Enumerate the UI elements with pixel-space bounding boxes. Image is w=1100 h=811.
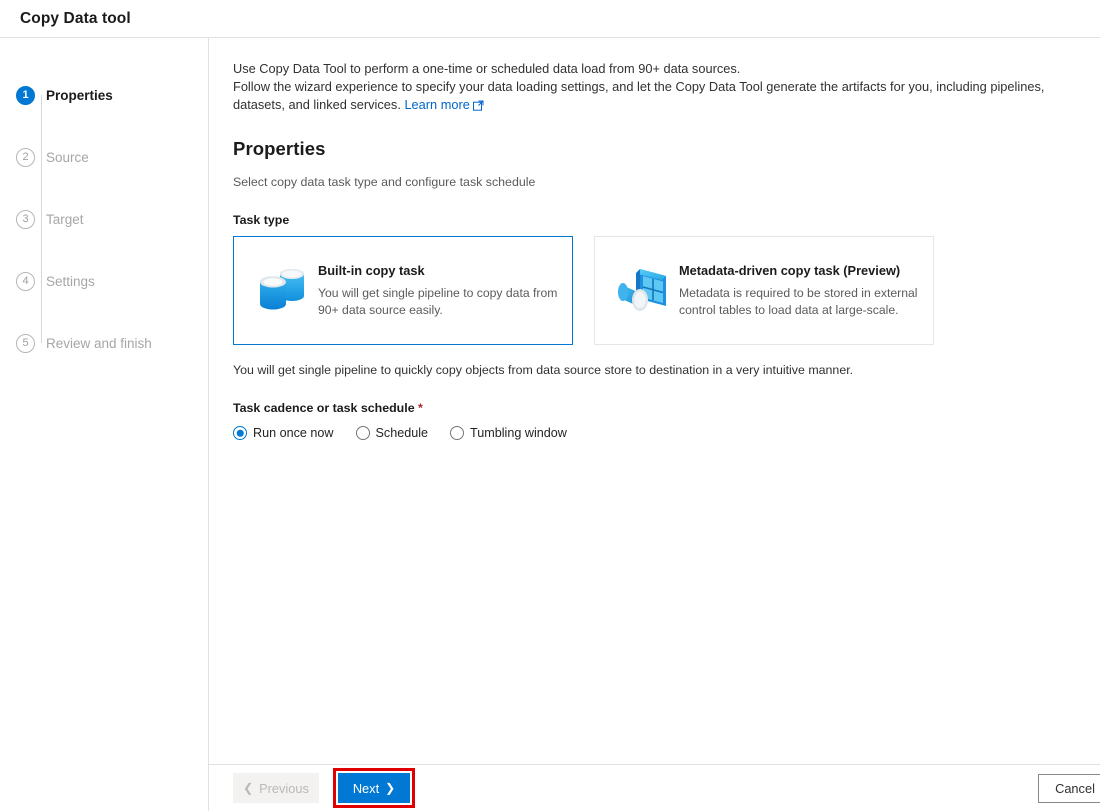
cancel-button-label: Cancel	[1055, 781, 1095, 796]
radio-label: Schedule	[375, 426, 429, 440]
step-connector-line	[41, 219, 42, 281]
next-button[interactable]: Next ❯	[338, 773, 410, 803]
task-cadence-label: Task cadence or task schedule *	[233, 401, 1076, 415]
wizard-steps: 1 Properties 2 Source 3 Target 4 Setting	[0, 64, 208, 374]
next-button-annotation-highlight: Next ❯	[333, 768, 415, 808]
radio-mark	[355, 426, 370, 440]
next-button-label: Next	[352, 780, 380, 796]
sidebar-step-settings[interactable]: 4 Settings	[16, 250, 208, 343]
sidebar-step-label: Review and finish	[46, 335, 152, 351]
step-number-badge: 3	[16, 209, 35, 229]
sidebar-step-source[interactable]: 2 Source	[16, 126, 208, 219]
required-asterisk: *	[418, 401, 423, 415]
step-number-badge: 2	[16, 147, 35, 167]
card-description: You will get single pipeline to copy dat…	[318, 285, 558, 317]
window-body: 1 Properties 2 Source 3 Target 4 Setting	[0, 38, 1100, 811]
learn-more-link[interactable]: Learn more	[404, 97, 469, 112]
radio-mark	[233, 426, 247, 440]
database-cylinders-icon	[246, 264, 318, 318]
wizard-sidebar: 1 Properties 2 Source 3 Target 4 Setting	[0, 38, 209, 811]
step-number-badge: 1	[16, 85, 35, 105]
card-title: Metadata-driven copy task (Preview)	[679, 262, 901, 278]
intro-line-1: Use Copy Data Tool to perform a one-time…	[233, 61, 741, 76]
task-cadence-radio-group: Run once now Schedule Tumbling window	[233, 426, 1076, 440]
sidebar-step-label: Target	[46, 211, 84, 227]
window-header: Copy Data tool	[0, 0, 1100, 38]
sidebar-step-review-and-finish[interactable]: 5 Review and finish	[16, 312, 208, 374]
step-connector-line	[41, 157, 42, 219]
task-cadence-label-text: Task cadence or task schedule	[233, 401, 415, 415]
radio-label: Run once now	[253, 426, 334, 440]
sidebar-step-label: Source	[46, 149, 89, 165]
section-subtitle: Select copy data task type and configure…	[233, 175, 536, 189]
chevron-left-icon: ❮	[243, 781, 254, 795]
step-number-badge: 4	[16, 271, 35, 291]
radio-tumbling-window[interactable]: Tumbling window	[450, 426, 567, 440]
radio-mark	[450, 426, 465, 440]
sidebar-step-label: Properties	[46, 87, 113, 103]
radio-label: Tumbling window	[470, 426, 567, 440]
task-type-note: You will get single pipeline to quickly …	[233, 363, 854, 377]
section-title-properties: Properties	[233, 138, 326, 159]
wizard-footer: ❮ Previous Next ❯ Cancel	[209, 764, 1100, 811]
main-content: Use Copy Data Tool to perform a one-time…	[209, 38, 1100, 764]
card-title: Built-in copy task	[318, 262, 425, 278]
cancel-button[interactable]: Cancel	[1038, 774, 1100, 803]
footer-left-buttons: ❮ Previous Next ❯	[233, 768, 415, 808]
previous-button-label: Previous	[259, 780, 309, 796]
chevron-right-icon: ❯	[385, 781, 396, 795]
radio-run-once-now[interactable]: Run once now	[233, 426, 334, 440]
page-title: Copy Data tool	[20, 9, 131, 27]
intro-line-2: Follow the wizard experience to specify …	[233, 79, 1045, 112]
intro-text: Use Copy Data Tool to perform a one-time…	[233, 60, 1076, 116]
footer-right-buttons: Cancel	[1038, 774, 1100, 803]
task-type-card-built-in-copy-task[interactable]: Built-in copy task You will get single p…	[233, 236, 573, 345]
sidebar-step-properties[interactable]: 1 Properties	[16, 64, 208, 157]
task-type-card-metadata-driven-copy-task[interactable]: Metadata-driven copy task (Preview) Meta…	[594, 236, 934, 345]
sidebar-step-target[interactable]: 3 Target	[16, 188, 208, 281]
card-text-block: Built-in copy task You will get single p…	[318, 263, 558, 319]
external-link-icon	[472, 98, 484, 116]
card-text-block: Metadata-driven copy task (Preview) Meta…	[679, 263, 919, 319]
step-connector-line	[41, 95, 42, 157]
step-connector-line	[41, 281, 42, 343]
step-number-badge: 5	[16, 333, 35, 353]
task-type-card-group: Built-in copy task You will get single p…	[233, 236, 1076, 345]
card-description: Metadata is required to be stored in ext…	[679, 285, 918, 317]
radio-schedule[interactable]: Schedule	[355, 426, 429, 440]
previous-button[interactable]: ❮ Previous	[233, 773, 319, 803]
metadata-grid-funnel-icon	[607, 263, 679, 319]
task-type-label: Task type	[233, 213, 290, 227]
sidebar-step-label: Settings	[46, 273, 95, 289]
copy-data-tool-window: Copy Data tool 1 Properties 2 Source 3 T…	[0, 0, 1100, 811]
wizard-main-panel: Use Copy Data Tool to perform a one-time…	[209, 38, 1100, 811]
